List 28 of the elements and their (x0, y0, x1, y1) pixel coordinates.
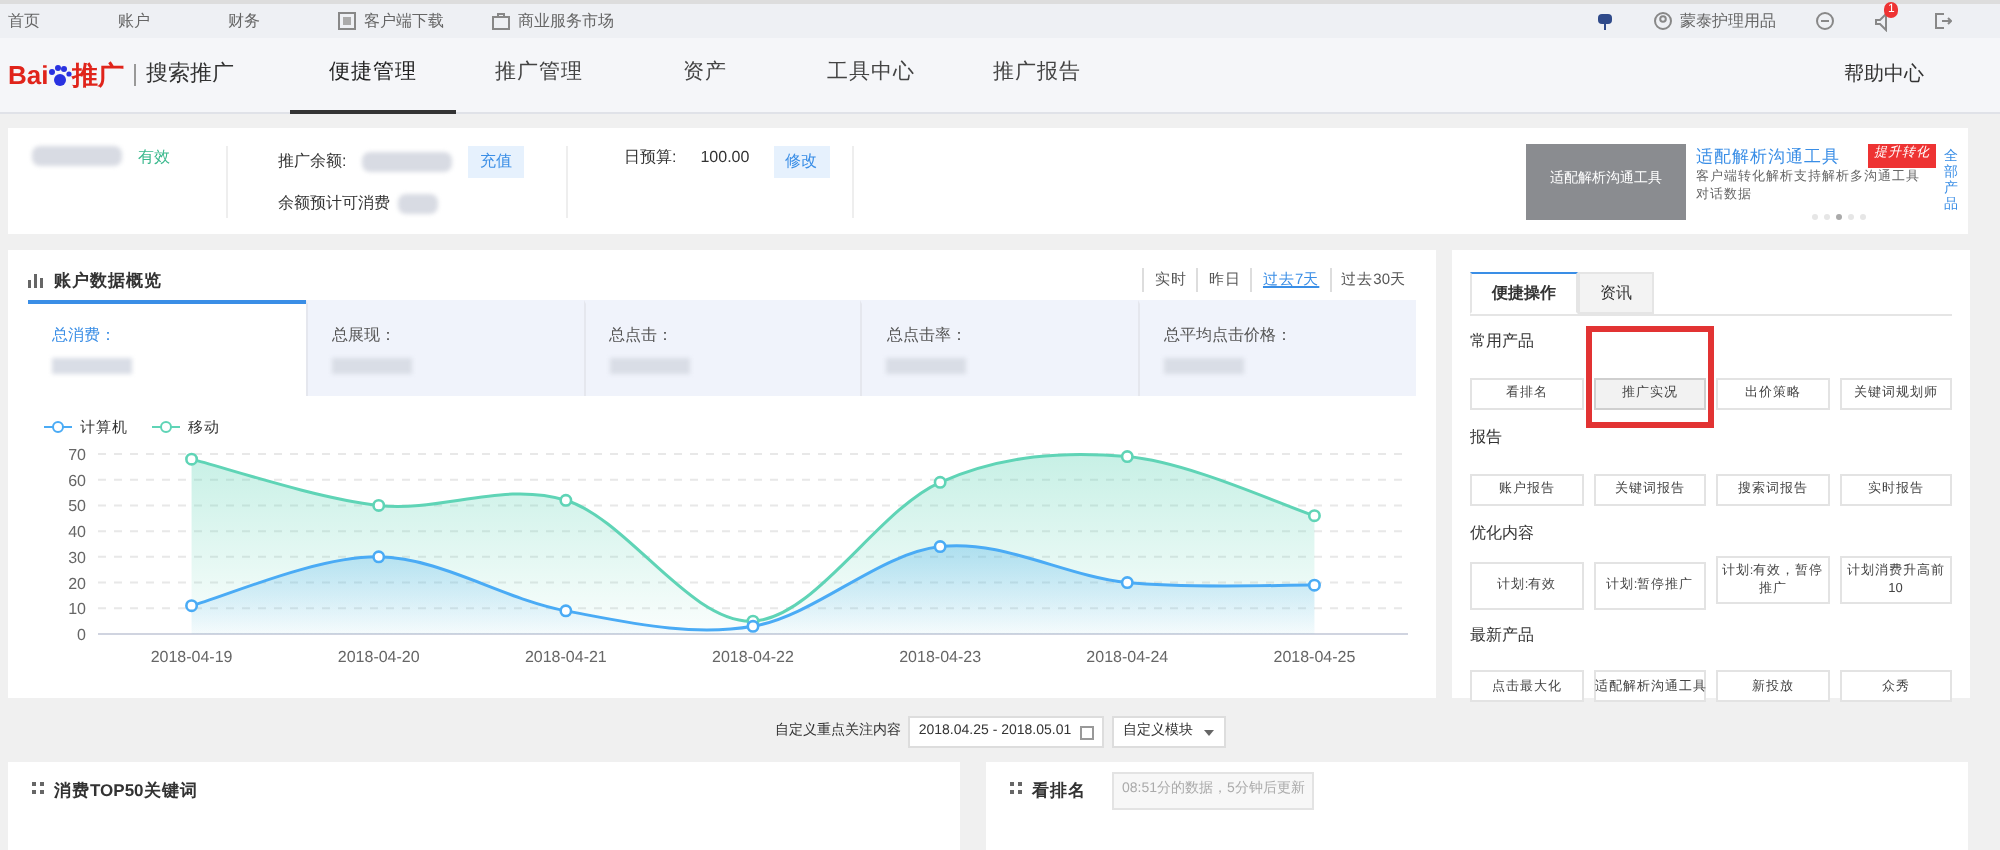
x-tick-label: 2018-04-23 (899, 648, 982, 667)
y-tick-label: 30 (68, 549, 86, 568)
x-tick-label: 2018-04-25 (1273, 648, 1356, 667)
y-tick-label: 60 (68, 472, 86, 491)
y-tick-label: 70 (68, 446, 86, 465)
x-tick-label: 2018-04-22 (712, 648, 794, 667)
y-tick-label: 50 (68, 497, 86, 516)
x-tick-label: 2018-04-19 (150, 648, 233, 667)
balance-label: 推广余额: (278, 149, 347, 173)
card-title: 账户数据概览 (54, 267, 162, 293)
x-tick-label: 2018-04-24 (1086, 648, 1169, 667)
group-title: 优化内容 (1470, 522, 1536, 546)
group-title: 最新产品 (1470, 623, 1536, 647)
group-title: 报告 (1470, 426, 1504, 450)
budget-value: 100.00 (700, 145, 750, 169)
card-title: 消费TOP50关键词 (54, 778, 198, 804)
budget-label: 日预算: (624, 145, 677, 169)
y-tick-label: 20 (68, 575, 86, 594)
product-title: 搜索推广 (146, 59, 235, 91)
x-tick-label: 2018-04-21 (524, 648, 607, 667)
y-tick-label: 10 (68, 600, 86, 619)
group-title: 常用产品 (1470, 330, 1536, 354)
status-text: 有效 (138, 145, 170, 169)
y-tick-label: 0 (77, 626, 86, 645)
card-title: 看排名 (1032, 778, 1086, 804)
estimate-label: 余额预计可消费 (278, 191, 390, 215)
x-tick-label: 2018-04-20 (337, 648, 420, 667)
y-tick-label: 40 (68, 523, 86, 542)
